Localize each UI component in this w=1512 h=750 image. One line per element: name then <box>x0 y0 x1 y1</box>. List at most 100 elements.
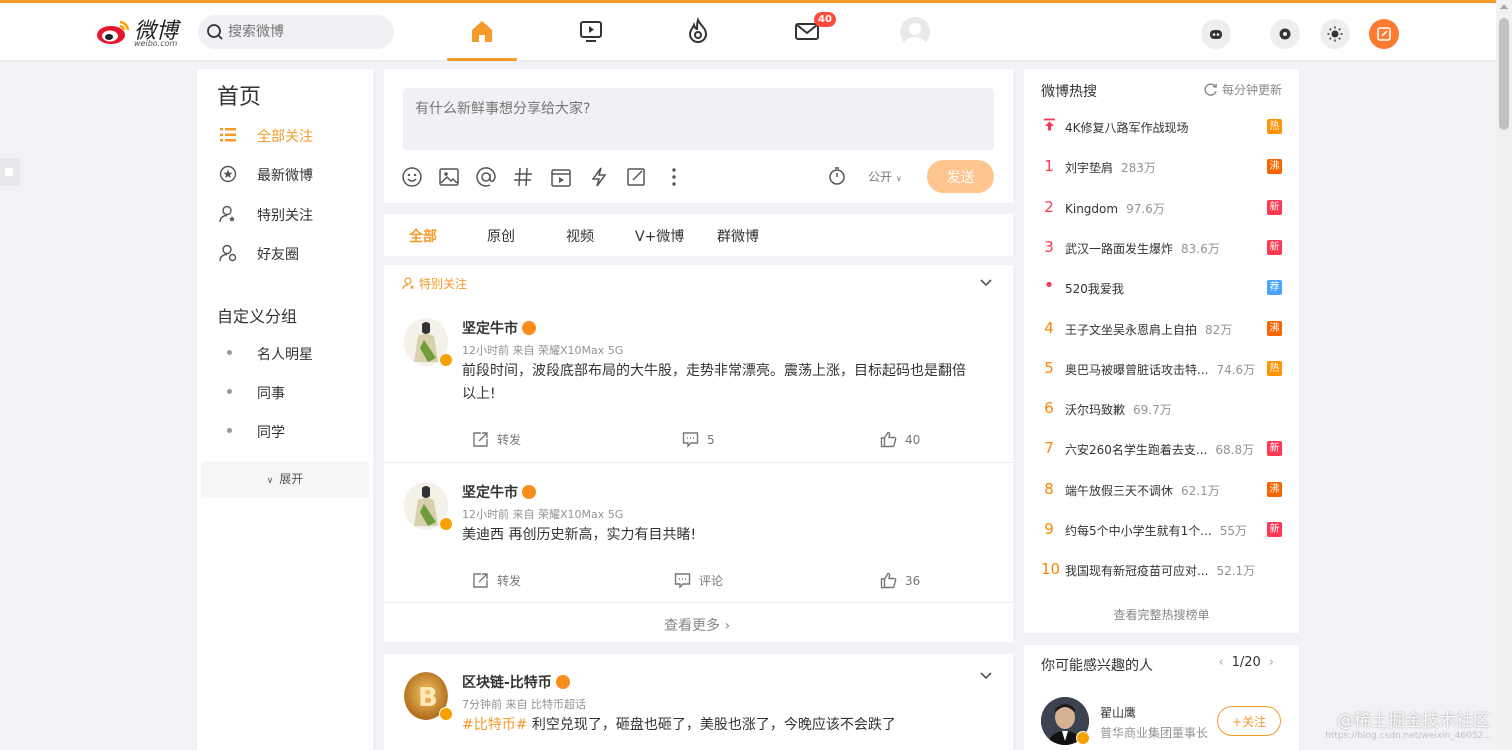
scroll-up-icon[interactable] <box>1500 4 1508 9</box>
author-name[interactable]: 坚定牛市 <box>462 318 536 338</box>
hot-search-item[interactable]: 1 刘宇垫肩 283万 沸 <box>1041 157 1282 177</box>
compose-input[interactable] <box>403 88 994 150</box>
scrollbar-thumb[interactable] <box>1499 18 1509 130</box>
friends-icon <box>219 244 237 262</box>
comment-button[interactable]: 评论 <box>674 572 723 592</box>
group-item-colleagues[interactable]: 同事 <box>197 376 373 408</box>
like-button[interactable]: 36 <box>880 572 920 592</box>
tab-original[interactable]: 原创 <box>487 226 515 246</box>
home-icon[interactable] <box>468 17 496 45</box>
hot-rank: 2 <box>1044 197 1054 216</box>
hot-icon[interactable] <box>684 17 712 45</box>
repost-button[interactable]: 转发 <box>472 572 521 592</box>
tab-vplus[interactable]: V+微博 <box>635 226 684 246</box>
search-box[interactable] <box>198 15 394 49</box>
article-edit-icon[interactable] <box>625 166 647 188</box>
group-item-classmates[interactable]: 同学 <box>197 415 373 447</box>
visibility-select[interactable]: 公开 ∨ <box>868 168 902 185</box>
search-input[interactable] <box>228 22 378 42</box>
timer-icon[interactable] <box>827 166 847 186</box>
post-text: #比特币# 利空兑现了，砸盘也砸了，美股也涨了，今晚应该不会跌了 <box>462 714 972 737</box>
image-icon[interactable] <box>438 166 460 188</box>
weibo-eye-icon <box>97 20 130 44</box>
hot-search-count: 62.1万 <box>1181 483 1220 498</box>
hot-search-item[interactable]: 10 我国现有新冠疫苗可应对... 52.1万 <box>1041 560 1282 580</box>
hot-search-item[interactable]: • 520我爱我 荐 <box>1041 275 1282 298</box>
like-button[interactable]: 40 <box>880 431 920 451</box>
hot-search-title: 王子文坐吴永恩肩上自拍 <box>1065 322 1198 337</box>
settings-button[interactable] <box>1270 19 1300 49</box>
hot-search-item[interactable]: 9 约每5个中小学生就有1个... 55万 新 <box>1041 520 1282 540</box>
hot-rank: 1 <box>1044 157 1054 176</box>
profile-avatar[interactable] <box>900 17 930 47</box>
tab-all[interactable]: 全部 <box>409 226 437 246</box>
group-item-celebrities[interactable]: 名人明星 <box>197 337 373 369</box>
bullet <box>227 389 232 394</box>
hot-search-item[interactable]: 5 奥巴马被曝曾脏话攻击特... 74.6万热 <box>1041 359 1282 379</box>
hot-search-text: 刘宇垫肩 283万 <box>1065 159 1156 176</box>
weibo-logo[interactable]: 微博 weibo.com <box>96 13 188 51</box>
sidebar-item-label: 好友圈 <box>257 247 299 263</box>
repost-label: 转发 <box>497 574 522 588</box>
sidebar-item-all-follow[interactable]: 全部关注 <box>197 117 373 153</box>
more-vertical-icon[interactable] <box>663 166 685 188</box>
refresh-button[interactable]: 每分钟更新 <box>1203 81 1282 98</box>
hot-search-item[interactable]: 4 王子文坐吴永恩肩上自拍 82万 沸 <box>1041 319 1282 339</box>
tab-group[interactable]: 群微博 <box>717 226 759 246</box>
lightning-icon[interactable] <box>588 166 610 188</box>
hot-search-item[interactable]: 3 武汉一路面发生爆炸 83.6万 新 <box>1041 238 1282 258</box>
hot-search-count: 69.7万 <box>1133 403 1172 418</box>
hot-search-text: 沃尔玛致歉 69.7万 <box>1065 401 1172 418</box>
compose-box <box>384 69 1013 203</box>
repost-button[interactable]: 转发 <box>472 431 521 451</box>
sidebar-item-latest[interactable]: 最新微博 <box>197 156 373 192</box>
hot-search-item[interactable]: 8 端午放假三天不调休 62.1万 沸 <box>1041 480 1282 500</box>
write-post-button[interactable] <box>1369 19 1399 49</box>
tab-video[interactable]: 视频 <box>566 226 594 246</box>
page-scrollbar[interactable] <box>1496 0 1512 750</box>
mention-icon[interactable] <box>475 166 497 188</box>
feed-tabs: 全部 原创 视频 V+微博 群微博 <box>384 214 1013 256</box>
view-more-link[interactable]: 查看更多 › <box>664 615 730 635</box>
hot-search-text: 王子文坐吴永恩肩上自拍 82万 <box>1065 321 1232 338</box>
video-icon[interactable] <box>577 17 605 45</box>
assistant-button[interactable] <box>1201 19 1231 49</box>
hot-search-item[interactable]: 2 Kingdom 97.6万 新 <box>1041 198 1282 218</box>
full-hot-list-link[interactable]: 查看完整热搜榜单 <box>1024 606 1299 623</box>
feed-post: 坚定牛市 12小时前 来自 荣耀X10Max 5G 美迪西 再创历史新高，实力有… <box>384 482 1013 602</box>
theme-button[interactable] <box>1320 19 1350 49</box>
sidebar-item-friends[interactable]: 好友圈 <box>197 235 373 271</box>
chevron-left-icon[interactable]: ‹ <box>1218 655 1223 670</box>
hot-search-item[interactable]: 4K修复八路军作战现场 热 <box>1041 117 1282 137</box>
chevron-down-icon[interactable] <box>979 275 993 289</box>
suggested-user-name[interactable]: 翟山鹰 <box>1100 704 1136 721</box>
emoji-icon[interactable] <box>401 166 423 188</box>
hot-search-item[interactable]: 7 六安260名学生跑着去支... 68.8万新 <box>1041 439 1282 459</box>
sidebar-item-label: 全部关注 <box>257 129 313 145</box>
comment-button[interactable]: 5 <box>682 431 715 451</box>
side-float-tab[interactable] <box>0 158 20 186</box>
author-name[interactable]: 坚定牛市 <box>462 482 536 502</box>
verified-badge-icon <box>439 353 453 367</box>
hot-tag-badge: 荐 <box>1267 280 1282 296</box>
author-name[interactable]: 区块链-比特币 <box>462 672 570 692</box>
custom-group-title: 自定义分组 <box>217 307 298 326</box>
hot-search-title: 六安260名学生跑着去支... <box>1065 443 1208 458</box>
sidebar-item-special[interactable]: 特别关注 <box>197 196 373 232</box>
schedule-icon[interactable] <box>550 166 572 188</box>
watermark-url: https://blog.csdn.net/weixin_46052... <box>1325 731 1492 741</box>
hot-search-count: 83.6万 <box>1181 241 1220 256</box>
post-text-body: 利空兑现了，砸盘也砸了，美股也涨了，今晚应该不会跌了 <box>527 717 896 733</box>
thumbs-up-icon <box>880 431 897 448</box>
hot-tag-badge: 沸 <box>1267 159 1282 175</box>
pager-value: 1/20 <box>1231 655 1261 670</box>
expand-groups-button[interactable]: ∨ 展开 <box>201 461 369 497</box>
hot-search-title: Kingdom <box>1065 201 1119 216</box>
hashtag-link[interactable]: #比特币# <box>462 717 527 733</box>
chevron-right-icon[interactable]: › <box>1269 655 1274 670</box>
hot-search-item[interactable]: 6 沃尔玛致歉 69.7万 <box>1041 399 1282 419</box>
topic-icon[interactable] <box>512 166 534 188</box>
divider <box>384 602 1013 603</box>
send-button[interactable]: 发送 <box>927 160 994 193</box>
follow-button[interactable]: +关注 <box>1217 706 1281 736</box>
